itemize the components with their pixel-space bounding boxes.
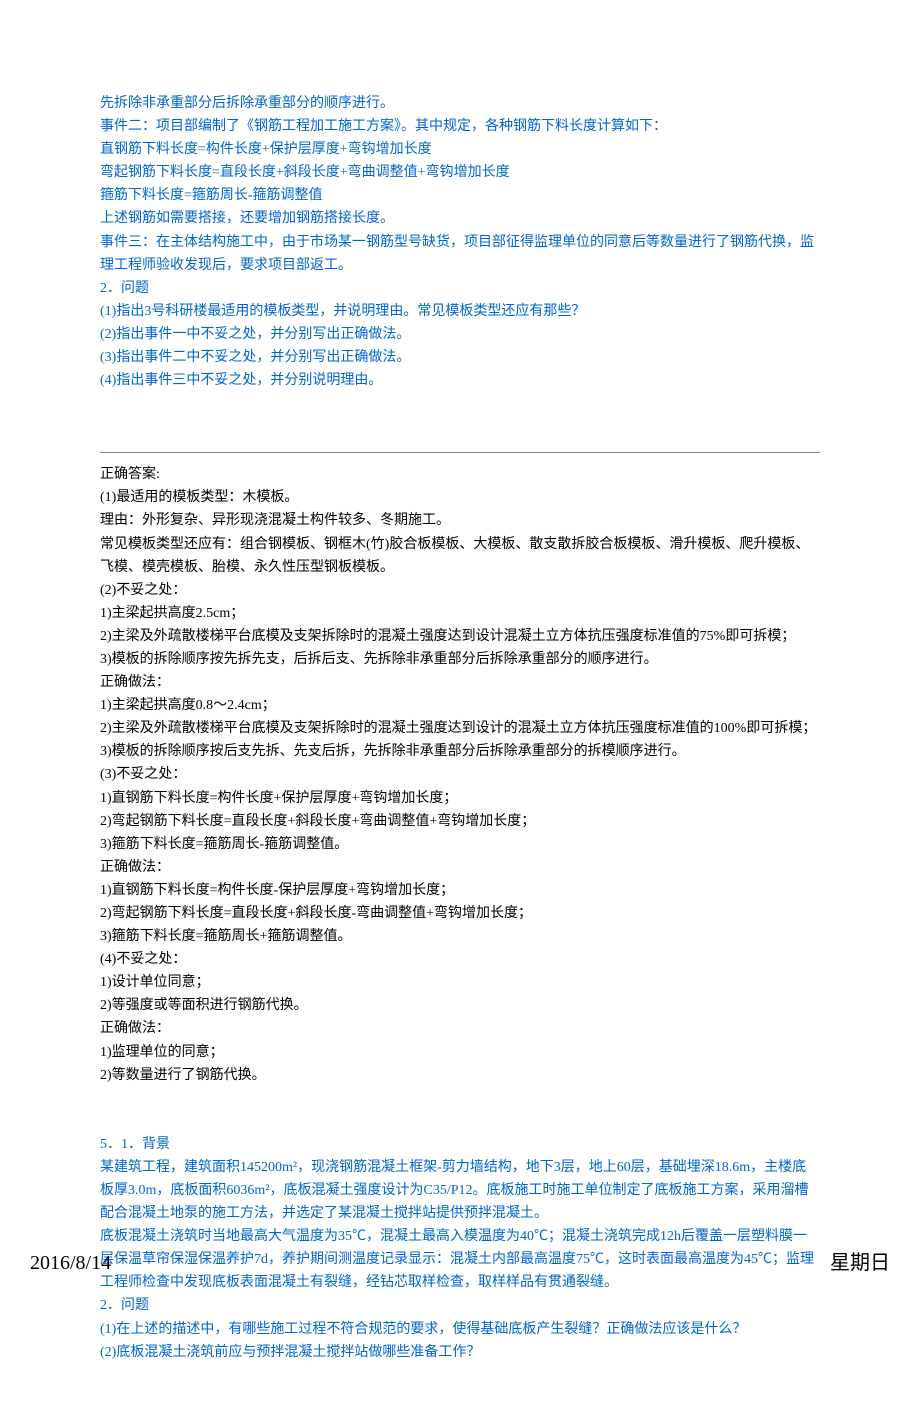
footer-weekday: 星期日 bbox=[830, 1247, 890, 1280]
q4-line: 弯起钢筋下料长度=直段长度+斜段长度+弯曲调整值+弯钩增加长度 bbox=[100, 161, 820, 184]
q4-line: 先拆除非承重部分后拆除承重部分的顺序进行。 bbox=[100, 92, 820, 115]
q5-line: (1)在上述的描述中，有哪些施工过程不符合规范的要求，使得基础底板产生裂缝？正确… bbox=[100, 1318, 820, 1341]
q4-line: (3)指出事件二中不妥之处，并分别写出正确做法。 bbox=[100, 346, 820, 369]
question4-background: 先拆除非承重部分后拆除承重部分的顺序进行。 事件二：项目部编制了《钢筋工程加工施… bbox=[100, 92, 820, 392]
page-content: 先拆除非承重部分后拆除承重部分的顺序进行。 事件二：项目部编制了《钢筋工程加工施… bbox=[0, 0, 920, 1424]
a4-line: 3)模板的拆除顺序按后支先拆、先支后拆，先拆除非承重部分后拆除承重部分的拆模顺序… bbox=[100, 740, 820, 763]
a4-line: 1)直钢筋下料长度=构件长度-保护层厚度+弯钩增加长度； bbox=[100, 879, 820, 902]
q5-title: 5．1．背景 bbox=[100, 1133, 820, 1156]
a4-line: 理由：外形复杂、异形现浇混凝土构件较多、冬期施工。 bbox=[100, 509, 820, 532]
a4-line: 2)弯起钢筋下料长度=直段长度+斜段长度-弯曲调整值+弯钩增加长度； bbox=[100, 902, 820, 925]
a4-line: (3)不妥之处： bbox=[100, 763, 820, 786]
a4-line: 正确做法： bbox=[100, 671, 820, 694]
footer-date: 2016/8/14 bbox=[30, 1247, 111, 1280]
q4-line: 直钢筋下料长度=构件长度+保护层厚度+弯钩增加长度 bbox=[100, 138, 820, 161]
a4-line: 1)主梁起拱高度0.8～2.4cm； bbox=[100, 694, 820, 717]
a4-line: 3)箍筋下料长度=箍筋周长+箍筋调整值。 bbox=[100, 925, 820, 948]
a4-line: 2)主梁及外疏散楼梯平台底模及支架拆除时的混凝土强度达到设计的混凝土立方体抗压强… bbox=[100, 717, 820, 740]
a4-line: (4)不妥之处： bbox=[100, 948, 820, 971]
a4-line: 2)等数量进行了钢筋代换。 bbox=[100, 1064, 820, 1087]
a4-line: 1)监理单位的同意； bbox=[100, 1041, 820, 1064]
a4-line: 2)主梁及外疏散楼梯平台底模及支架拆除时的混凝土强度达到设计混凝土立方体抗压强度… bbox=[100, 625, 820, 648]
q4-line: 箍筋下料长度=箍筋周长-箍筋调整值 bbox=[100, 184, 820, 207]
answer-header: 正确答案: bbox=[100, 463, 820, 486]
q4-line: 事件二：项目部编制了《钢筋工程加工施工方案》。其中规定，各种钢筋下料长度计算如下… bbox=[100, 115, 820, 138]
divider bbox=[100, 452, 820, 453]
a4-line: (1)最适用的模板类型：木模板。 bbox=[100, 486, 820, 509]
a4-line: 正确做法： bbox=[100, 1017, 820, 1040]
a4-line: 常见模板类型还应有：组合钢模板、钢框木(竹)胶合板模板、大模板、散支散拆胶合板模… bbox=[100, 533, 820, 579]
page-footer: 2016/8/14 星期日 bbox=[0, 1247, 920, 1280]
q4-line: (1)指出3号科研楼最适用的模板类型，并说明理由。常见模板类型还应有那些？ bbox=[100, 300, 820, 323]
a4-line: 3)箍筋下料长度=箍筋周长-箍筋调整值。 bbox=[100, 833, 820, 856]
q4-line: (2)指出事件一中不妥之处，并分别写出正确做法。 bbox=[100, 323, 820, 346]
q5-line: (2)底板混凝土浇筑前应与预拌混凝土搅拌站做哪些准备工作？ bbox=[100, 1341, 820, 1364]
a4-line: 2)弯起钢筋下料长度=直段长度+斜段长度+弯曲调整值+弯钩增加长度； bbox=[100, 810, 820, 833]
a4-line: (2)不妥之处： bbox=[100, 579, 820, 602]
a4-line: 1)直钢筋下料长度=构件长度+保护层厚度+弯钩增加长度； bbox=[100, 787, 820, 810]
q4-line: 上述钢筋如需要搭接，还要增加钢筋搭接长度。 bbox=[100, 207, 820, 230]
a4-line: 1)设计单位同意； bbox=[100, 971, 820, 994]
a4-line: 正确做法： bbox=[100, 856, 820, 879]
q4-line: (4)指出事件三中不妥之处，并分别说明理由。 bbox=[100, 369, 820, 392]
q5-line: 2．问题 bbox=[100, 1294, 820, 1317]
a4-line: 3)模板的拆除顺序按先拆先支，后拆后支、先拆除非承重部分后拆除承重部分的顺序进行… bbox=[100, 648, 820, 671]
q4-line: 事件三：在主体结构施工中，由于市场某一钢筋型号缺货，项目部征得监理单位的同意后等… bbox=[100, 231, 820, 277]
a4-line: 2)等强度或等面积进行钢筋代换。 bbox=[100, 994, 820, 1017]
q4-line: 2．问题 bbox=[100, 277, 820, 300]
answer4-section: 正确答案: (1)最适用的模板类型：木模板。 理由：外形复杂、异形现浇混凝土构件… bbox=[100, 463, 820, 1087]
q5-line: 某建筑工程，建筑面积145200m²，现浇钢筋混凝土框架-剪力墙结构，地下3层，… bbox=[100, 1156, 820, 1225]
a4-line: 1)主梁起拱高度2.5cm； bbox=[100, 602, 820, 625]
